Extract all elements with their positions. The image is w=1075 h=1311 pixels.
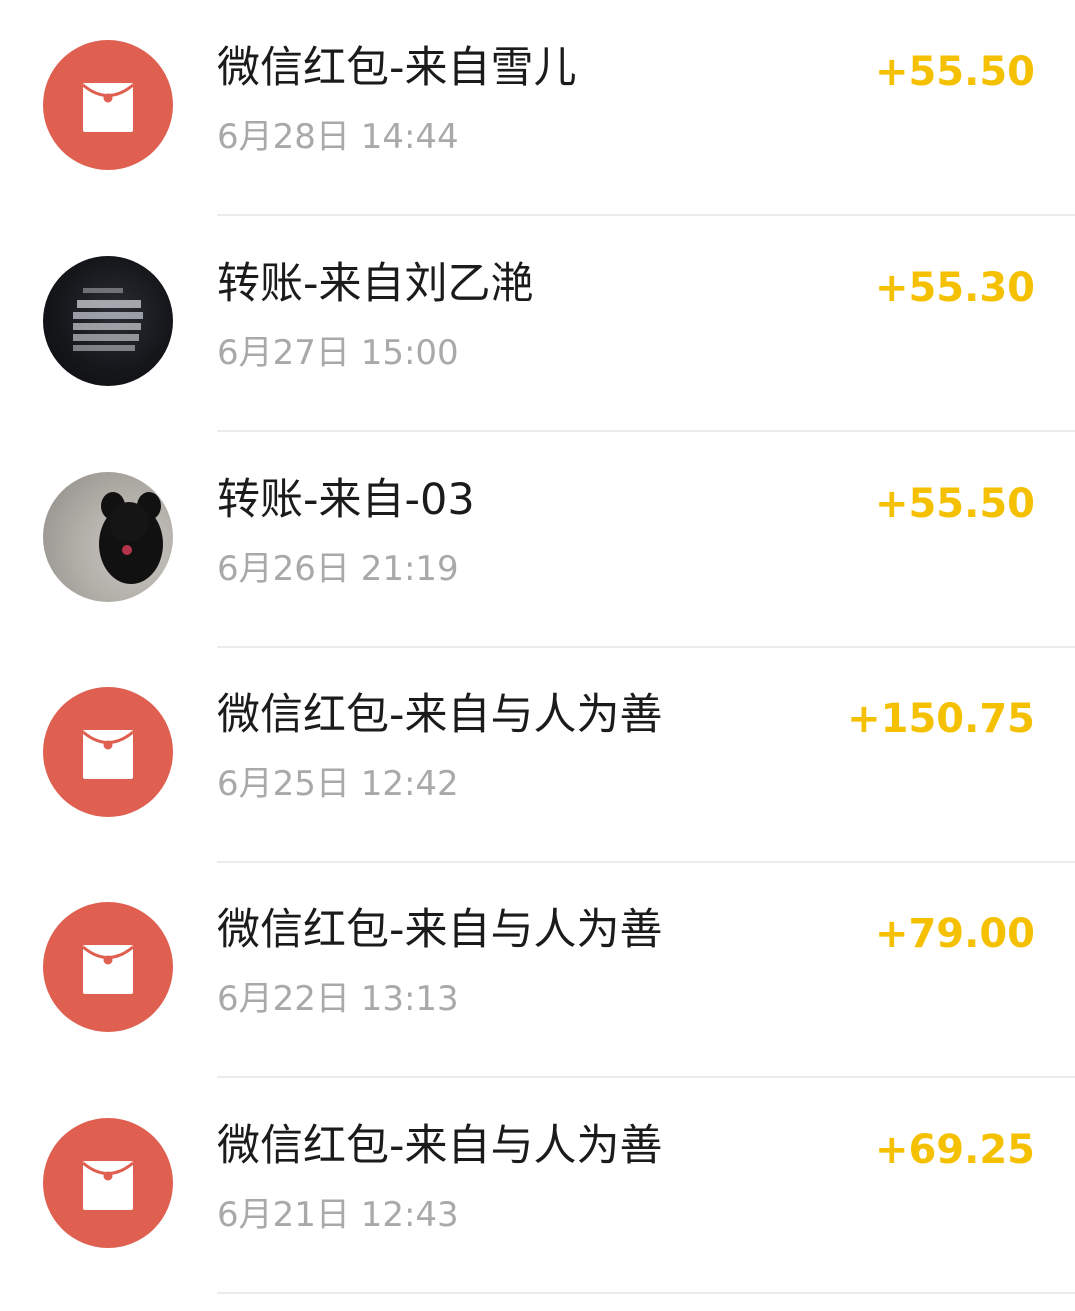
red-packet-icon	[43, 1118, 173, 1248]
transaction-row[interactable]: 微信红包-来自雪儿 6月28日 14:44 +55.50	[0, 0, 1075, 216]
transaction-title: 转账-来自刘乙滟	[217, 259, 534, 309]
red-packet-icon	[43, 687, 173, 817]
transaction-row[interactable]: 微信红包-来自与人为善 6月21日 12:43 +69.25	[0, 1078, 1075, 1294]
transaction-row[interactable]: 微信红包-来自与人为善 6月22日 13:13 +79.00	[0, 862, 1075, 1078]
transaction-title: 微信红包-来自与人为善	[217, 905, 663, 955]
row-divider	[217, 1292, 1075, 1294]
user-avatar-photo[interactable]	[43, 472, 173, 602]
transaction-amount: +150.75	[847, 696, 1035, 742]
transaction-time: 6月25日 12:42	[217, 764, 459, 804]
transaction-time: 6月27日 15:00	[217, 333, 459, 373]
transaction-row[interactable]: 转账-来自刘乙滟 6月27日 15:00 +55.30	[0, 216, 1075, 432]
user-avatar-photo[interactable]	[43, 256, 173, 386]
transaction-row[interactable]: 转账-来自-03 6月26日 21:19 +55.50	[0, 432, 1075, 648]
transaction-row[interactable]: 微信红包-来自与人为善 6月25日 12:42 +150.75	[0, 647, 1075, 863]
transaction-title: 微信红包-来自雪儿	[217, 43, 577, 93]
transaction-title: 微信红包-来自与人为善	[217, 690, 663, 740]
transaction-amount: +69.25	[874, 1127, 1035, 1173]
transaction-amount: +55.50	[874, 49, 1035, 95]
transaction-time: 6月21日 12:43	[217, 1195, 459, 1235]
red-packet-icon	[43, 40, 173, 170]
transaction-list: 微信红包-来自雪儿 6月28日 14:44 +55.50 转账-来自刘乙滟 6月…	[0, 0, 1075, 1311]
transaction-time: 6月28日 14:44	[217, 117, 459, 157]
transaction-time: 6月26日 21:19	[217, 549, 459, 589]
transaction-amount: +55.30	[874, 265, 1035, 311]
transaction-time: 6月22日 13:13	[217, 979, 459, 1019]
transaction-amount: +79.00	[874, 911, 1035, 957]
transaction-amount: +55.50	[874, 481, 1035, 527]
red-packet-icon	[43, 902, 173, 1032]
transaction-title: 微信红包-来自与人为善	[217, 1121, 663, 1171]
transaction-title: 转账-来自-03	[217, 475, 475, 525]
